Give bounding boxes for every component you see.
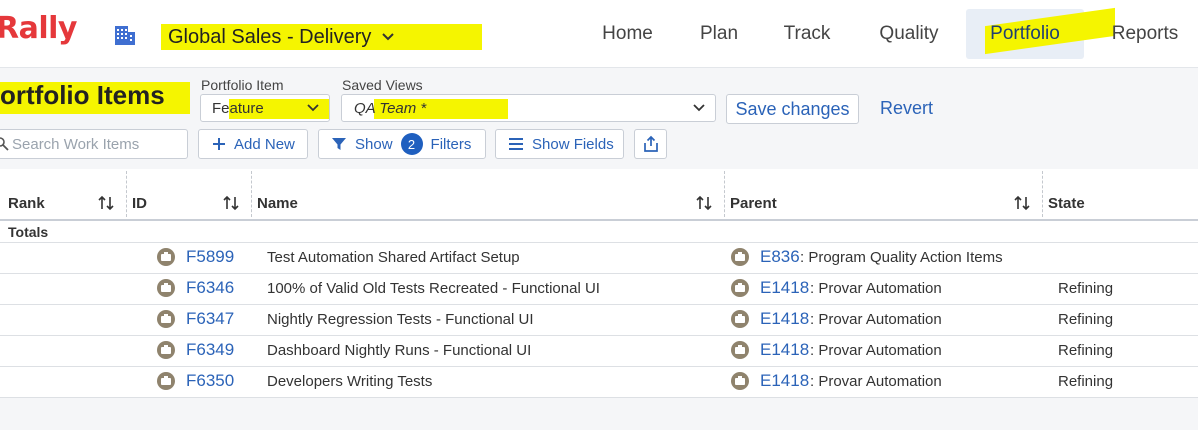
- revert-link[interactable]: Revert: [880, 98, 933, 119]
- workspace-name: Global Sales - Delivery: [168, 25, 372, 48]
- feature-name[interactable]: Nightly Regression Tests - Functional UI: [267, 311, 534, 328]
- sort-icon[interactable]: [221, 193, 241, 213]
- epic-type-icon: [731, 279, 749, 297]
- feature-id-link[interactable]: F6350: [186, 371, 234, 391]
- saved-views-select[interactable]: QA Team *: [341, 94, 716, 122]
- grid-header: Rank ID Name Parent State: [0, 169, 1198, 221]
- sort-icon[interactable]: [694, 193, 714, 213]
- feature-name[interactable]: Dashboard Nightly Runs - Functional UI: [267, 342, 531, 359]
- chevron-down-icon: [307, 104, 319, 112]
- search-placeholder: Search Work Items: [12, 135, 140, 153]
- parent-id-link[interactable]: E1418: [760, 278, 809, 298]
- parent-id-link[interactable]: E836: [760, 247, 800, 267]
- add-new-label: Add New: [234, 135, 295, 153]
- search-input[interactable]: Search Work Items: [0, 129, 188, 159]
- show-fields-label: Show Fields: [532, 135, 614, 153]
- state-value[interactable]: Refining: [1058, 373, 1113, 390]
- feature-type-icon: [157, 341, 175, 359]
- workspace-selector[interactable]: Global Sales - Delivery: [161, 24, 482, 50]
- sort-icon[interactable]: [96, 193, 116, 213]
- plus-icon: [213, 138, 225, 150]
- feature-id-link[interactable]: F6346: [186, 278, 234, 298]
- parent-name: : Provar Automation: [810, 342, 942, 359]
- parent-name: : Provar Automation: [810, 280, 942, 297]
- save-changes-button[interactable]: Save changes: [726, 94, 859, 124]
- filters-label: Filters: [430, 135, 472, 153]
- table-row[interactable]: F6349 Dashboard Nightly Runs - Functiona…: [0, 335, 1198, 367]
- show-label: Show: [355, 135, 393, 153]
- nav-home[interactable]: Home: [590, 9, 665, 59]
- feature-type-icon: [157, 279, 175, 297]
- column-header-parent[interactable]: Parent: [730, 195, 777, 212]
- parent-id-link[interactable]: E1418: [760, 340, 809, 360]
- add-new-button[interactable]: Add New: [198, 129, 308, 159]
- chevron-down-icon: [693, 104, 705, 112]
- state-value[interactable]: Refining: [1058, 342, 1113, 359]
- column-header-state[interactable]: State: [1048, 195, 1085, 212]
- show-filters-button[interactable]: Show 2 Filters: [318, 129, 486, 159]
- parent-name: : Program Quality Action Items: [800, 249, 1003, 266]
- state-value[interactable]: Refining: [1058, 280, 1113, 297]
- feature-name[interactable]: Developers Writing Tests: [267, 373, 432, 390]
- feature-name[interactable]: Test Automation Shared Artifact Setup: [267, 249, 520, 266]
- epic-type-icon: [731, 341, 749, 359]
- feature-name[interactable]: 100% of Valid Old Tests Recreated - Func…: [267, 280, 600, 297]
- nav-plan[interactable]: Plan: [690, 9, 748, 59]
- nav-portfolio-label: Portfolio: [990, 23, 1060, 44]
- parent-id-link[interactable]: E1418: [760, 371, 809, 391]
- feature-type-icon: [157, 372, 175, 390]
- show-fields-button[interactable]: Show Fields: [495, 129, 624, 159]
- portfolio-item-select[interactable]: Feature: [200, 94, 330, 122]
- column-separator[interactable]: [126, 171, 127, 217]
- top-navigation-bar: Rally Global Sales - Delivery Home Plan …: [0, 0, 1198, 68]
- table-row[interactable]: F5899 Test Automation Shared Artifact Se…: [0, 242, 1198, 274]
- parent-name: : Provar Automation: [810, 373, 942, 390]
- feature-id-link[interactable]: F6347: [186, 309, 234, 329]
- workspace-building-icon: [115, 26, 135, 45]
- list-icon: [509, 138, 523, 150]
- column-header-id[interactable]: ID: [132, 195, 147, 212]
- search-icon: [0, 137, 9, 151]
- epic-type-icon: [731, 248, 749, 266]
- page-title: ortfolio Items: [0, 80, 165, 110]
- saved-views-label: Saved Views: [342, 77, 423, 93]
- table-row[interactable]: F6350 Developers Writing Tests E1418 : P…: [0, 366, 1198, 398]
- filter-count-badge: 2: [400, 133, 423, 155]
- share-export-icon: [643, 135, 658, 152]
- column-separator[interactable]: [251, 171, 252, 217]
- rally-logo[interactable]: Rally: [0, 11, 77, 46]
- totals-label: Totals: [8, 224, 49, 240]
- table-row[interactable]: F6346 100% of Valid Old Tests Recreated …: [0, 273, 1198, 305]
- portfolio-item-label: Portfolio Item: [201, 77, 284, 93]
- export-button[interactable]: [634, 129, 667, 159]
- sort-icon[interactable]: [1012, 193, 1032, 213]
- table-row[interactable]: F6347 Nightly Regression Tests - Functio…: [0, 304, 1198, 336]
- portfolio-item-value: Feature: [212, 99, 264, 117]
- saved-view-value: QA Team *: [354, 99, 427, 117]
- state-value[interactable]: Refining: [1058, 311, 1113, 328]
- parent-id-link[interactable]: E1418: [760, 309, 809, 329]
- totals-row: Totals: [0, 221, 1198, 243]
- parent-name: : Provar Automation: [810, 311, 942, 328]
- nav-track[interactable]: Track: [775, 9, 839, 59]
- feature-type-icon: [157, 310, 175, 328]
- nav-quality[interactable]: Quality: [868, 9, 950, 59]
- chevron-down-icon: [382, 33, 395, 41]
- column-separator[interactable]: [724, 171, 725, 217]
- column-header-rank[interactable]: Rank: [8, 195, 45, 212]
- epic-type-icon: [731, 310, 749, 328]
- portfolio-items-grid: Rank ID Name Parent State Totals F5899 T…: [0, 169, 1198, 398]
- filter-icon: [332, 138, 346, 150]
- feature-id-link[interactable]: F5899: [186, 247, 234, 267]
- column-header-name[interactable]: Name: [257, 195, 298, 212]
- feature-type-icon: [157, 248, 175, 266]
- epic-type-icon: [731, 372, 749, 390]
- feature-id-link[interactable]: F6349: [186, 340, 234, 360]
- nav-reports[interactable]: Reports: [1100, 9, 1190, 59]
- column-separator[interactable]: [1042, 171, 1043, 217]
